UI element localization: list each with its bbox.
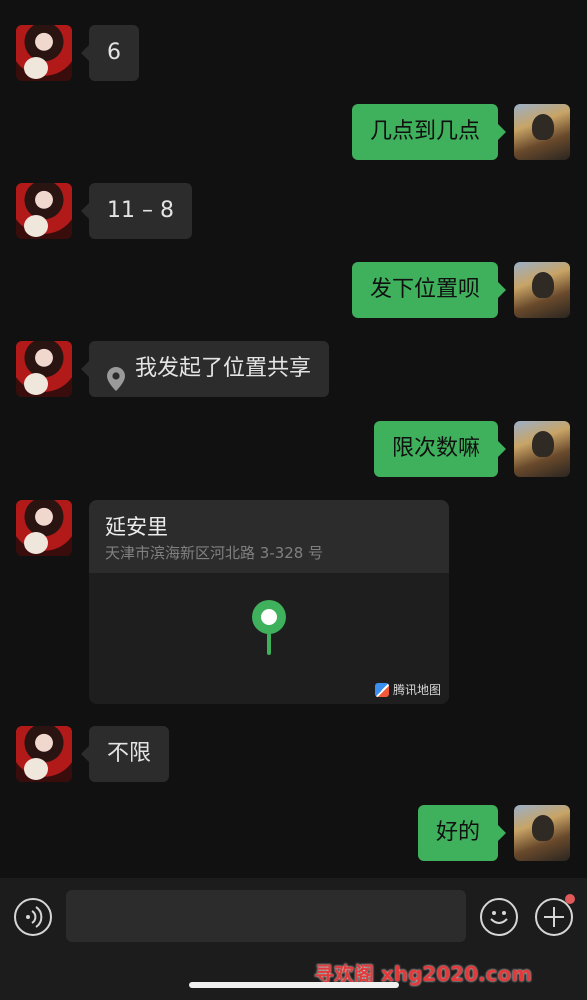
message-bubble-outgoing[interactable]: 限次数嘛 [373, 421, 507, 477]
location-pin-icon [107, 357, 125, 391]
my-avatar[interactable] [514, 805, 570, 861]
location-title: 延安里 [105, 515, 168, 539]
notification-dot [565, 894, 575, 904]
my-avatar[interactable] [514, 262, 570, 318]
my-avatar[interactable] [514, 104, 570, 160]
contact-avatar[interactable] [16, 341, 72, 397]
location-card-header: 延安里 天津市滨海新区河北路 3-328 号 [89, 500, 449, 573]
home-indicator[interactable] [189, 982, 399, 988]
location-card[interactable]: 延安里 天津市滨海新区河北路 3-328 号 腾讯地图 [89, 500, 449, 704]
location-share-bubble[interactable]: 我发起了位置共享 [80, 341, 330, 397]
contact-avatar[interactable] [16, 726, 72, 782]
message-bubble-outgoing[interactable]: 几点到几点 [351, 104, 507, 160]
map-pin-icon [252, 600, 286, 655]
map-provider-label: 腾讯地图 [392, 683, 441, 697]
plus-icon[interactable] [535, 894, 575, 936]
contact-avatar[interactable] [16, 25, 72, 81]
tencent-map-logo-icon [374, 682, 389, 697]
emoji-icon[interactable] [480, 898, 518, 936]
my-avatar[interactable] [514, 421, 570, 477]
contact-avatar[interactable] [16, 183, 72, 239]
voice-icon[interactable] [14, 898, 52, 936]
message-bubble-outgoing[interactable]: 好的 [417, 805, 507, 861]
message-bubble-incoming[interactable]: 11 – 8 [81, 183, 192, 239]
map-provider-badge: 腾讯地图 [374, 681, 441, 698]
contact-avatar[interactable] [16, 500, 72, 556]
location-address: 天津市滨海新区河北路 3-328 号 [105, 544, 324, 562]
message-input[interactable] [66, 890, 466, 942]
location-share-label: 我发起了位置共享 [135, 356, 312, 381]
map-preview[interactable]: 腾讯地图 [89, 573, 449, 704]
message-bubble-incoming[interactable]: 6 [81, 25, 139, 81]
message-bubble-incoming[interactable]: 不限 [80, 726, 170, 782]
message-bubble-outgoing[interactable]: 发下位置呗 [351, 262, 507, 318]
